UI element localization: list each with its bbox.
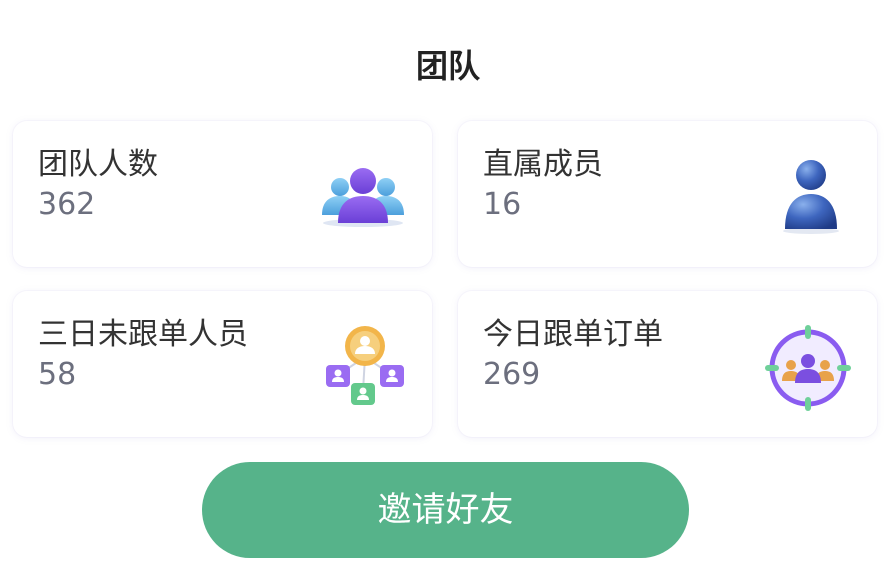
today-followup-orders-label: 今日跟单订单	[483, 317, 663, 352]
page-title: 团队	[415, 47, 480, 85]
no-followup-members-label: 三日未跟单人员	[38, 317, 248, 352]
direct-members-label: 直属成员	[483, 147, 603, 182]
today-followup-orders-card[interactable]: 今日跟单订单 269	[458, 291, 877, 437]
direct-members-value: 16	[483, 187, 522, 222]
team-size-value: 362	[38, 187, 96, 222]
no-followup-members-card[interactable]: 三日未跟单人员 58	[13, 291, 432, 437]
target-team-icon	[761, 321, 855, 415]
single-member-icon	[761, 151, 855, 245]
team-size-card[interactable]: 团队人数 362	[13, 121, 432, 267]
team-group-icon	[316, 151, 410, 245]
team-size-label: 团队人数	[38, 147, 158, 182]
direct-members-card[interactable]: 直属成员 16	[458, 121, 877, 267]
today-followup-orders-value: 269	[483, 357, 541, 392]
invite-friends-button[interactable]: 邀请好友	[202, 462, 689, 558]
no-followup-members-value: 58	[38, 357, 77, 392]
network-members-icon	[316, 321, 410, 415]
team-page: 团队 团队人数 362 直属成员 16 三日未跟单人员 58 今日跟单订单 26…	[0, 0, 896, 575]
